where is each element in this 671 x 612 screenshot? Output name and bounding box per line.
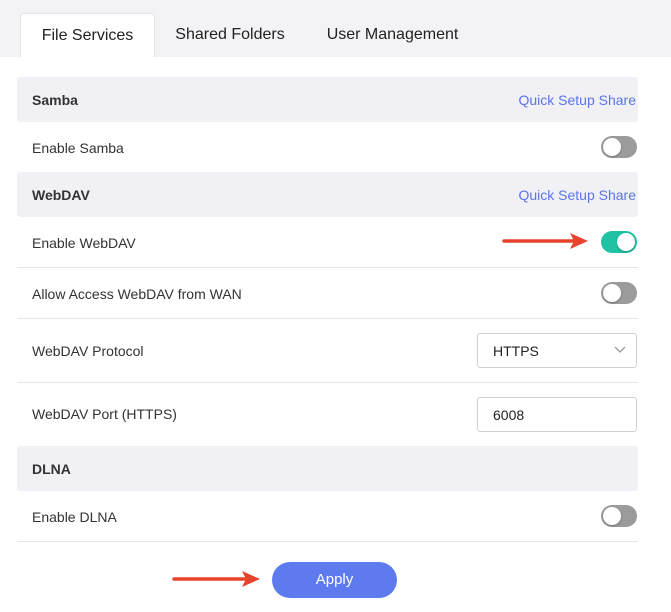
enable-dlna-toggle[interactable] [601,505,637,527]
enable-dlna-label: Enable DLNA [32,509,117,525]
samba-quick-setup-link[interactable]: Quick Setup Share [518,92,636,108]
webdav-section-header: WebDAV Quick Setup Share [17,172,638,217]
enable-webdav-toggle[interactable] [601,231,637,253]
webdav-port-label: WebDAV Port (HTTPS) [32,406,177,422]
enable-samba-row: Enable Samba [17,122,638,172]
chevron-down-icon [614,346,626,353]
dlna-section-header: DLNA [17,446,638,491]
dlna-section-title: DLNA [32,461,71,477]
webdav-protocol-select[interactable]: HTTPS [477,333,637,368]
webdav-section-title: WebDAV [32,187,90,203]
enable-samba-label: Enable Samba [32,140,124,156]
webdav-port-input[interactable] [477,397,637,432]
allow-wan-toggle[interactable] [601,282,637,304]
toggle-knob [603,284,621,302]
tab-user-management[interactable]: User Management [310,13,475,57]
red-arrow-icon [172,571,260,587]
tab-shared-folders[interactable]: Shared Folders [160,13,300,57]
samba-section-header: Samba Quick Setup Share [17,77,638,122]
samba-section-title: Samba [32,92,78,108]
apply-button[interactable]: Apply [272,562,397,598]
tab-file-services[interactable]: File Services [20,13,155,57]
allow-wan-row: Allow Access WebDAV from WAN [17,268,638,319]
enable-dlna-row: Enable DLNA [17,491,638,542]
enable-webdav-label: Enable WebDAV [32,235,136,251]
webdav-quick-setup-link[interactable]: Quick Setup Share [518,187,636,203]
toggle-knob [603,507,621,525]
webdav-protocol-label: WebDAV Protocol [32,343,144,359]
allow-wan-label: Allow Access WebDAV from WAN [32,286,242,302]
toggle-knob [603,138,621,156]
red-arrow-icon [502,233,588,249]
enable-samba-toggle[interactable] [601,136,637,158]
toggle-knob [617,233,635,251]
webdav-protocol-value: HTTPS [493,343,539,359]
tab-bar: File Services Shared Folders User Manage… [0,0,671,57]
